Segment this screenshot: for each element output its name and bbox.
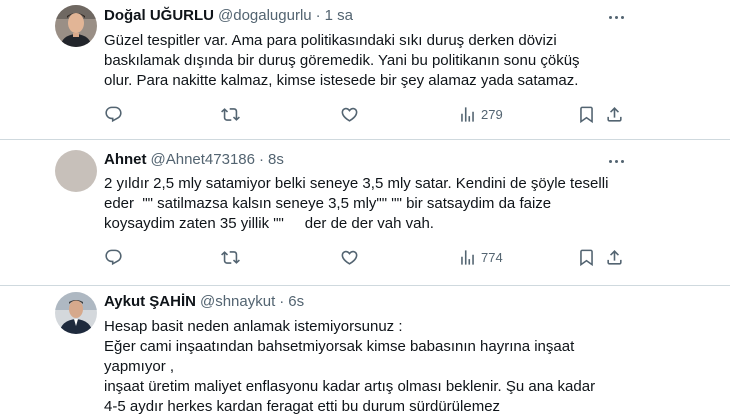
- retweet-icon: [221, 248, 240, 267]
- heart-icon: [340, 105, 359, 124]
- separator-dot: ·: [258, 151, 264, 168]
- bookmark-button[interactable]: [577, 103, 596, 125]
- timestamp[interactable]: 1 sa: [325, 7, 353, 24]
- more-icon[interactable]: [608, 152, 626, 170]
- action-bar: 774: [104, 246, 624, 268]
- author-name[interactable]: Ahnet: [104, 151, 147, 168]
- share-button[interactable]: [605, 103, 624, 125]
- retweet-button[interactable]: [221, 103, 240, 125]
- views-chart-icon: [458, 105, 477, 124]
- bookmark-icon: [577, 105, 596, 124]
- views-count: 774: [481, 249, 503, 265]
- bookmark-icon: [577, 248, 596, 267]
- views-button[interactable]: 774: [458, 246, 503, 268]
- author-name[interactable]: Doğal UĞURLU: [104, 7, 214, 24]
- share-icon: [605, 105, 624, 124]
- author-handle[interactable]: @Ahnet473186: [151, 151, 255, 168]
- bookmark-button[interactable]: [577, 246, 596, 268]
- views-count: 279: [481, 106, 503, 122]
- avatar[interactable]: [55, 292, 97, 334]
- avatar[interactable]: [55, 5, 97, 47]
- author-handle[interactable]: @shnaykut: [200, 293, 275, 310]
- timestamp[interactable]: 8s: [268, 151, 284, 168]
- tweet-header: Aykut ŞAHİN @shnaykut · 6s: [104, 293, 304, 311]
- like-button[interactable]: [340, 246, 359, 268]
- author-handle[interactable]: @dogalugurlu: [218, 7, 312, 24]
- retweet-icon: [221, 105, 240, 124]
- more-icon[interactable]: [608, 8, 626, 26]
- author-name[interactable]: Aykut ŞAHİN: [104, 293, 196, 310]
- tweet[interactable]: Aykut ŞAHİN @shnaykut · 6s Hesap basit nede…: [0, 286, 730, 420]
- tweet[interactable]: Ahnet @Ahnet473186 · 8s 2 yıldır 2,5 mly sa…: [0, 140, 730, 285]
- share-icon: [605, 248, 624, 267]
- heart-icon: [340, 248, 359, 267]
- share-button[interactable]: [605, 246, 624, 268]
- reply-button[interactable]: [104, 103, 123, 125]
- tweet-header: Ahnet @Ahnet473186 · 8s: [104, 151, 284, 169]
- timestamp[interactable]: 6s: [288, 293, 304, 310]
- views-button[interactable]: 279: [458, 103, 503, 125]
- reply-icon: [104, 248, 123, 267]
- action-bar: 279: [104, 103, 624, 125]
- reply-icon: [104, 105, 123, 124]
- retweet-button[interactable]: [221, 246, 240, 268]
- views-chart-icon: [458, 248, 477, 267]
- like-button[interactable]: [340, 103, 359, 125]
- tweet-text: 2 yıldır 2,5 mly satamiyor belki seneye …: [104, 175, 609, 232]
- tweet[interactable]: Doğal UĞURLU @dogalugurlu · 1 sa Güzel tesp…: [0, 0, 730, 139]
- tweet-text: Güzel tespitler var. Ama para politikası…: [104, 32, 580, 89]
- reply-button[interactable]: [104, 246, 123, 268]
- tweet-text: Hesap basit neden anlamak istemiyorsunuz…: [104, 318, 596, 415]
- separator-dot: ·: [315, 7, 321, 24]
- separator-dot: ·: [279, 293, 285, 310]
- avatar[interactable]: [55, 150, 97, 192]
- tweet-header: Doğal UĞURLU @dogalugurlu · 1 sa: [104, 7, 353, 25]
